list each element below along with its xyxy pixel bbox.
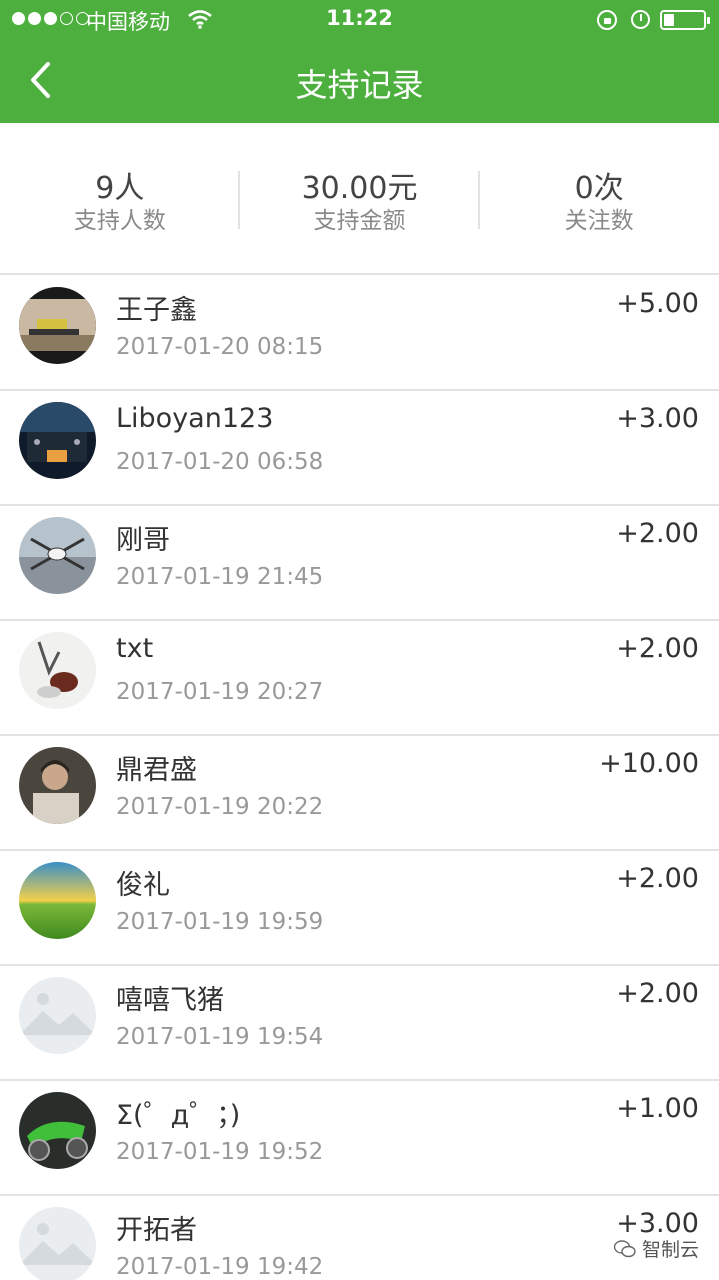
rotation-lock-icon (597, 10, 617, 30)
support-time: 2017-01-19 19:54 (116, 1024, 324, 1050)
watermark-text: 智制云 (641, 1239, 699, 1261)
supporter-name: 嘻嘻飞猪 (116, 985, 224, 1016)
avatar[interactable] (19, 402, 96, 479)
alarm-icon (631, 10, 650, 29)
list-item[interactable]: 刚哥 2017-01-19 21:45 +2.00 (0, 506, 719, 621)
avatar[interactable] (19, 1092, 96, 1169)
support-amount: +2.00 (616, 633, 699, 664)
stats-panel: 9人 支持人数 30.00元 支持金额 0次 关注数 (0, 123, 719, 275)
list-item[interactable]: 嘻嘻飞猪 2017-01-19 19:54 +2.00 (0, 966, 719, 1081)
support-amount: +1.00 (616, 1093, 699, 1124)
wechat-icon (613, 1239, 636, 1258)
avatar[interactable] (19, 862, 96, 939)
support-time: 2017-01-19 20:22 (116, 794, 324, 820)
stat-label: 支持人数 (73, 208, 166, 234)
stat-supporters: 9人 支持人数 (0, 123, 240, 273)
list-item[interactable]: 鼎君盛 2017-01-19 20:22 +10.00 (0, 736, 719, 851)
stat-follows: 0次 关注数 (479, 123, 719, 273)
placeholder-image-icon (19, 1207, 96, 1280)
support-time: 2017-01-20 06:58 (116, 449, 324, 475)
watermark: 智制云 (613, 1235, 699, 1262)
list-item[interactable]: Σ(゜д゜；) 2017-01-19 19:52 +1.00 (0, 1081, 719, 1196)
avatar[interactable] (19, 517, 96, 594)
stat-label: 支持金额 (313, 208, 406, 234)
list-item[interactable]: 俊礼 2017-01-19 19:59 +2.00 (0, 851, 719, 966)
battery-icon (660, 10, 710, 30)
support-time: 2017-01-19 19:59 (116, 909, 324, 935)
supporter-name: txt (116, 633, 154, 664)
stat-amount: 30.00元 支持金额 (240, 123, 480, 273)
supporter-name: Σ(゜д゜；) (116, 1100, 241, 1131)
page-title: 支持记录 (295, 66, 424, 104)
support-amount: +2.00 (616, 978, 699, 1009)
avatar[interactable] (19, 287, 96, 364)
supporter-name: 开拓者 (116, 1215, 197, 1246)
supporter-name: 王子鑫 (116, 295, 197, 326)
supporter-name: Liboyan123 (116, 403, 274, 434)
list-item[interactable]: Liboyan123 2017-01-20 06:58 +3.00 (0, 391, 719, 506)
avatar[interactable] (19, 747, 96, 824)
support-time: 2017-01-19 21:45 (116, 564, 324, 590)
list-item[interactable]: 王子鑫 2017-01-20 08:15 +5.00 (0, 276, 719, 391)
support-amount: +2.00 (616, 518, 699, 549)
list-item[interactable]: 开拓者 2017-01-19 19:42 +3.00 (0, 1196, 719, 1280)
stat-label: 关注数 (564, 208, 634, 234)
avatar[interactable] (19, 632, 96, 709)
list-item[interactable]: txt 2017-01-19 20:27 +2.00 (0, 621, 719, 736)
placeholder-image-icon (19, 977, 96, 1054)
divider (478, 171, 480, 229)
divider (238, 171, 240, 229)
support-time: 2017-01-19 19:52 (116, 1139, 324, 1165)
support-amount: +10.00 (599, 748, 699, 779)
support-record-list: 王子鑫 2017-01-20 08:15 +5.00 Liboyan123 20… (0, 276, 719, 1280)
supporter-name: 鼎君盛 (116, 755, 197, 786)
avatar[interactable] (19, 977, 96, 1054)
navigation-bar: 支持记录 (0, 40, 719, 123)
support-amount: +3.00 (616, 403, 699, 434)
supporter-name: 俊礼 (116, 870, 170, 901)
support-amount: +5.00 (616, 288, 699, 319)
status-bar: 中国移动 11:22 (0, 0, 719, 40)
support-time: 2017-01-19 19:42 (116, 1254, 324, 1280)
support-time: 2017-01-20 08:15 (116, 334, 324, 360)
support-time: 2017-01-19 20:27 (116, 679, 324, 705)
support-amount: +2.00 (616, 863, 699, 894)
supporter-name: 刚哥 (116, 525, 170, 556)
avatar[interactable] (19, 1207, 96, 1280)
